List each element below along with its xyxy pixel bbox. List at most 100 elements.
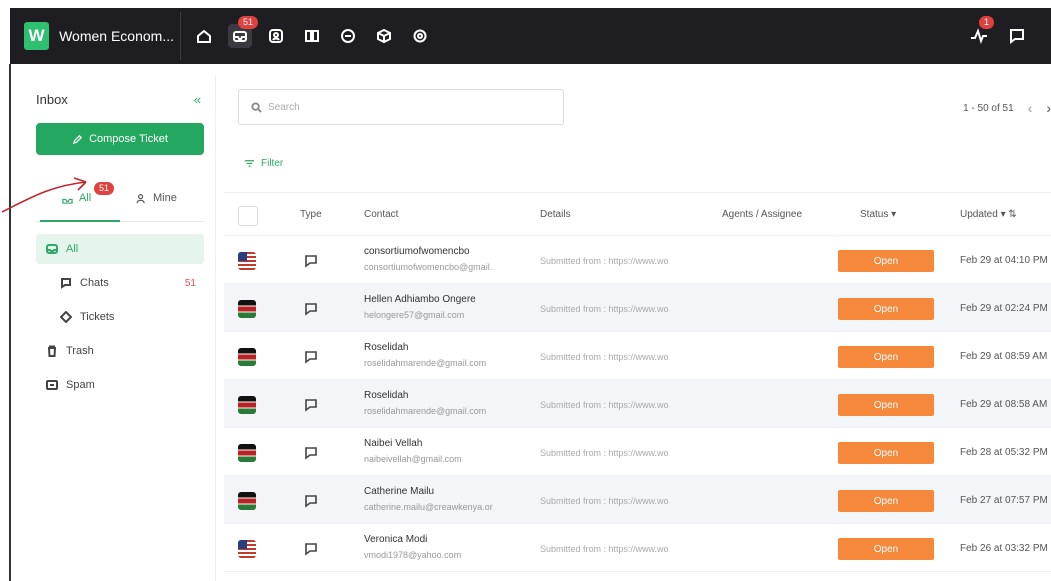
details-cell: Submitted from : https://www.wo <box>540 256 669 266</box>
details-cell: Submitted from : https://www.wo <box>540 400 669 410</box>
navbar-divider <box>180 12 181 60</box>
book-icon[interactable] <box>300 24 324 48</box>
sidebar-item-label: All <box>66 243 79 255</box>
contact-name: Roselidah <box>364 390 409 401</box>
search-input[interactable]: Search <box>238 89 564 125</box>
home-icon[interactable] <box>192 24 216 48</box>
sidebar-item-all[interactable]: All <box>36 234 204 264</box>
sidebar-item-label: Spam <box>66 379 95 391</box>
status-badge[interactable]: Open <box>838 442 934 464</box>
contact-email: helongere57@gmail.com <box>364 310 465 320</box>
contact-name: Catherine Mailu <box>364 486 435 497</box>
sidebar-title: Inbox <box>36 92 68 107</box>
inbox-icon <box>46 244 58 254</box>
details-cell: Submitted from : https://www.wo <box>540 496 669 506</box>
filter-icon <box>244 160 255 167</box>
details-cell: Submitted from : https://www.wo <box>540 448 669 458</box>
chat-icon[interactable] <box>336 24 360 48</box>
box-icon[interactable] <box>372 24 396 48</box>
contact-name: consortiumofwomencbo <box>364 246 470 257</box>
contact-cell: Roselidah roselidahmarende@gmail.com <box>364 342 524 368</box>
filter-label: Filter <box>261 158 284 169</box>
table-row[interactable]: Veronica Modi vmodi1978@yahoo.com Submitte… <box>224 524 1051 572</box>
details-cell: Submitted from : https://www.wo <box>540 304 669 314</box>
status-badge[interactable]: Open <box>838 346 934 368</box>
contact-cell: Catherine Mailu catherine.mailu@creawkeny… <box>364 486 524 512</box>
workspace-name: Women Econom... <box>59 28 174 44</box>
sidebar-item-label: Tickets <box>80 311 115 323</box>
spam-icon <box>46 380 58 390</box>
updated-time: Feb 29 at 08:59 AM <box>960 351 1048 362</box>
search-placeholder: Search <box>268 101 300 113</box>
country-flag-icon <box>238 300 256 318</box>
status-badge[interactable]: Open <box>838 250 934 272</box>
table-row[interactable]: Hellen Adhiambo Ongere helongere57@gmail.… <box>224 284 1051 332</box>
chat-type-icon <box>304 302 318 316</box>
country-flag-icon <box>238 252 256 270</box>
status-badge[interactable]: Open <box>838 538 934 560</box>
contacts-icon[interactable] <box>264 24 288 48</box>
column-updated[interactable]: Updated ▾ ⇅ <box>960 209 1017 220</box>
updated-time: Feb 28 at 05:32 PM <box>960 447 1048 458</box>
column-agents: Agents / Assignee <box>722 209 803 220</box>
chat-type-icon <box>304 398 318 412</box>
column-type: Type <box>300 209 322 220</box>
contact-email: vmodi1978@yahoo.com <box>364 550 462 560</box>
sidebar-item-label: Trash <box>66 345 94 357</box>
chat-type-icon <box>304 494 318 508</box>
compose-ticket-label: Compose Ticket <box>89 133 168 145</box>
person-icon <box>136 193 145 203</box>
collapse-sidebar-icon[interactable]: « <box>194 92 201 107</box>
settings-icon[interactable] <box>408 24 432 48</box>
contact-email: roselidahmarende@gmail.com <box>364 406 487 416</box>
activity-icon[interactable]: 1 <box>967 16 995 48</box>
chat-type-icon <box>304 350 318 364</box>
status-badge[interactable]: Open <box>838 394 934 416</box>
messages-icon[interactable] <box>1005 24 1029 48</box>
pagination: 1 - 50 of 51 ‹ › <box>963 100 1051 116</box>
contact-name: Hellen Adhiambo Ongere <box>364 294 476 305</box>
table-row[interactable]: Roselidah roselidahmarende@gmail.com Submi… <box>224 332 1051 380</box>
table-row[interactable]: Naibei Vellah naibeivellah@gmail.com Submi… <box>224 428 1051 476</box>
country-flag-icon <box>238 348 256 366</box>
inbox-badge: 51 <box>238 16 259 29</box>
pagination-range: 1 - 50 of 51 <box>963 102 1014 114</box>
contact-email: naibeivellah@gmail.com <box>364 454 462 464</box>
contact-cell: Hellen Adhiambo Ongere helongere57@gmail.… <box>364 294 524 320</box>
country-flag-icon <box>238 540 256 558</box>
chats-count: 51 <box>184 277 196 289</box>
sidebar-item-chats[interactable]: Chats 51 <box>36 268 204 298</box>
contact-name: Naibei Vellah <box>364 438 423 449</box>
table-row[interactable]: consortiumofwomencbo consortiumofwomencbo… <box>224 236 1051 284</box>
workspace-switcher[interactable]: W Women Econom... <box>24 20 174 52</box>
filter-button[interactable]: Filter <box>244 158 283 169</box>
column-details: Details <box>540 209 571 220</box>
sidebar-item-tickets[interactable]: Tickets <box>36 302 204 332</box>
table-header: Type Contact Details Agents / Assignee S… <box>224 192 1051 236</box>
column-status[interactable]: Status ▾ <box>860 209 896 220</box>
table-row[interactable]: Catherine Mailu catherine.mailu@creawkeny… <box>224 476 1051 524</box>
status-badge[interactable]: Open <box>838 490 934 512</box>
chat-type-icon <box>304 542 318 556</box>
activity-badge: 1 <box>979 16 995 29</box>
sidebar-item-spam[interactable]: Spam <box>36 370 204 400</box>
table-row[interactable]: Roselidah roselidahmarende@gmail.com Submi… <box>224 380 1051 428</box>
inbox-icon[interactable]: 51 <box>228 16 259 48</box>
pencil-icon <box>72 134 83 144</box>
next-page-button[interactable]: › <box>1046 100 1051 116</box>
top-navbar: W Women Econom... 51 1 <box>10 8 1051 64</box>
inbox-sidebar: Inbox « Compose Ticket All 51 Mine All C… <box>22 76 216 581</box>
compose-ticket-button[interactable]: Compose Ticket <box>36 123 204 155</box>
contact-email: catherine.mailu@creawkenya.or <box>364 502 493 512</box>
status-badge[interactable]: Open <box>838 298 934 320</box>
workspace-logo: W <box>24 22 50 50</box>
sidebar-item-trash[interactable]: Trash <box>36 336 204 366</box>
tab-mine[interactable]: Mine <box>136 192 177 204</box>
select-all-checkbox[interactable] <box>238 206 258 226</box>
ticket-icon <box>60 311 72 323</box>
column-updated-label: Updated <box>960 209 998 220</box>
chat-bubble-icon <box>61 278 71 289</box>
column-contact: Contact <box>364 209 399 220</box>
trash-icon <box>48 345 56 357</box>
prev-page-button[interactable]: ‹ <box>1028 100 1033 116</box>
